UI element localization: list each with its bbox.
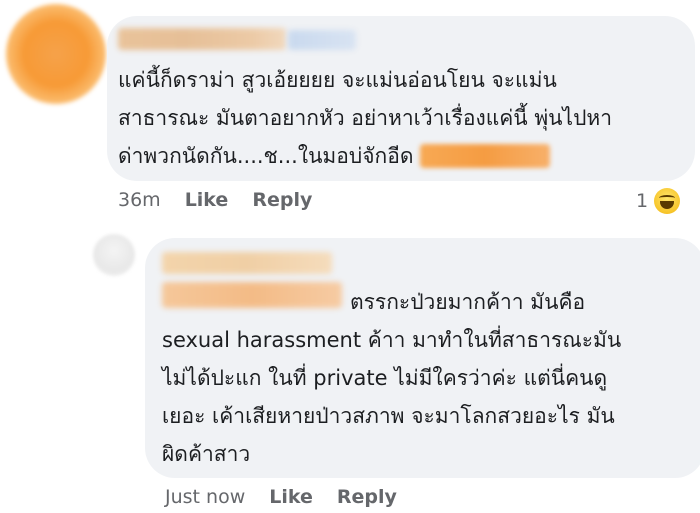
haha-emoji-icon — [654, 188, 681, 214]
reply-timestamp[interactable]: Just now — [165, 486, 245, 508]
comment-line: แค่นี้ก็ดราม่า สูวเอ้ยยยย จะแม่นอ่อนโยน … — [118, 68, 557, 92]
replier-name-redacted[interactable] — [162, 252, 332, 274]
reply-button[interactable]: Reply — [337, 486, 397, 508]
commenter-avatar[interactable] — [6, 4, 106, 104]
reply-line: ผิดค้าสาว — [162, 442, 251, 466]
comment-timestamp[interactable]: 36m — [118, 189, 161, 211]
commenter-name-redacted[interactable] — [118, 28, 286, 50]
reply-line: ไม่ได้ปะแก ในที่ private ไม่มีใครว่าค่ะ … — [162, 366, 608, 390]
replier-avatar[interactable] — [93, 234, 135, 276]
reply-actions: Just now Like Reply — [165, 486, 421, 508]
comment-line: สาธารณะ มันตาอยากหัว อย่าหาเว้าเรื่องแค่… — [118, 106, 613, 130]
comment-line: ด่าพวกนัดกัน....ช...ในมอบ่จักอีด — [118, 137, 612, 175]
redacted-mention — [419, 144, 550, 168]
like-button[interactable]: Like — [269, 486, 313, 508]
reply-line: เยอะ เค้าเสียหายป่าวสภาพ จะมาโลกสวยอะไร … — [162, 404, 615, 428]
comment-text: แค่นี้ก็ดราม่า สูวเอ้ยยยย จะแม่นอ่อนโยน … — [118, 61, 612, 175]
reply-line: sexual harassment ค้าา มาทำในที่สาธารณะม… — [162, 328, 622, 352]
reply-text: ตรรกะป่วยมากค้าา มันคือ sexual harassmen… — [162, 283, 621, 473]
reply-button[interactable]: Reply — [252, 189, 312, 211]
comment-line-text: ด่าพวกนัดกัน....ช...ในมอบ่จักอีด — [118, 144, 414, 168]
comment-actions: 36m Like Reply — [118, 189, 336, 211]
reaction-count: 1 — [636, 190, 649, 212]
reaction-summary[interactable]: 1 — [636, 188, 681, 214]
commenter-tag-redacted — [288, 30, 356, 50]
reply-line: ตรรกะป่วยมากค้าา มันคือ — [350, 290, 586, 314]
like-button[interactable]: Like — [185, 189, 229, 211]
